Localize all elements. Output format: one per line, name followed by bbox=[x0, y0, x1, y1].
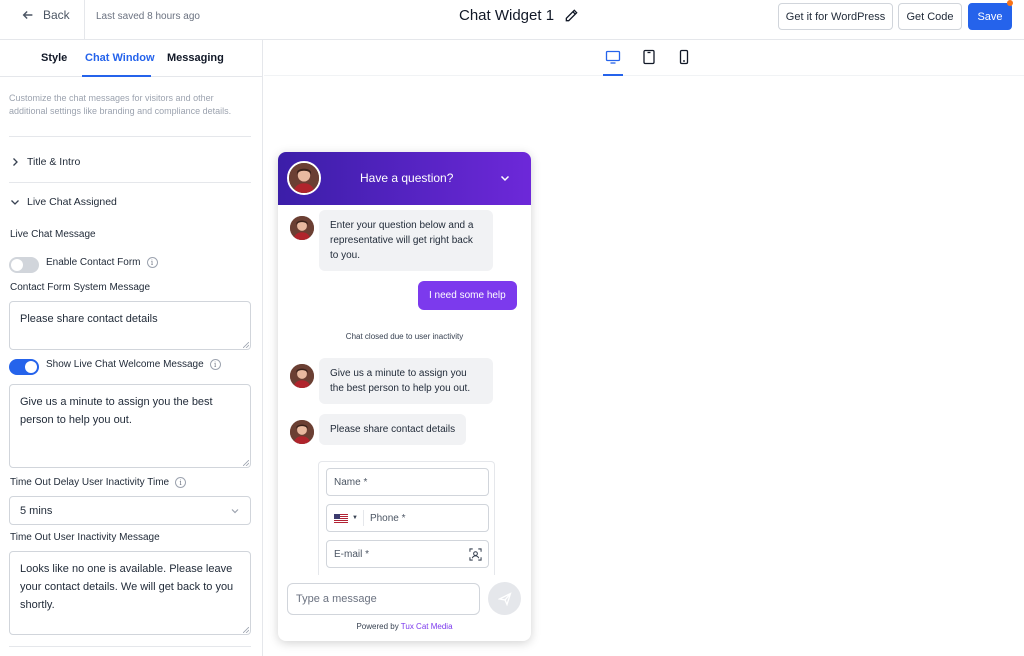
accordion-label: Live Chat Assigned bbox=[27, 196, 117, 208]
desktop-view-button[interactable] bbox=[605, 49, 621, 65]
divider bbox=[9, 136, 251, 137]
info-icon[interactable]: i bbox=[209, 359, 221, 370]
chat-widget-header: Have a question? bbox=[278, 152, 531, 205]
us-flag-icon[interactable] bbox=[334, 513, 348, 523]
toggle-knob bbox=[11, 259, 23, 271]
notification-dot bbox=[1007, 0, 1013, 6]
desktop-icon bbox=[605, 50, 621, 64]
mobile-view-button[interactable] bbox=[676, 49, 692, 65]
back-button[interactable]: Back bbox=[21, 8, 70, 22]
tablet-view-button[interactable] bbox=[641, 49, 657, 65]
divider bbox=[362, 510, 364, 526]
resize-handle-icon[interactable] bbox=[243, 342, 249, 348]
info-icon[interactable]: i bbox=[175, 477, 187, 488]
send-button[interactable] bbox=[488, 582, 521, 615]
settings-tabs: Style Chat Window Messaging bbox=[0, 40, 262, 77]
contact-form-system-message-field[interactable]: Please share contact details bbox=[9, 301, 251, 350]
show-welcome-message-label: Show Live Chat Welcome Message bbox=[46, 359, 204, 370]
agent-message-bubble: Please share contact details bbox=[319, 414, 467, 445]
show-welcome-message-toggle[interactable] bbox=[9, 359, 39, 375]
input-placeholder: E-mail * bbox=[334, 548, 370, 560]
name-input[interactable]: Name * bbox=[326, 468, 489, 496]
contact-form: Name * ▼ Phone * E-mail * bbox=[318, 461, 495, 575]
tab-style[interactable]: Style bbox=[41, 52, 67, 64]
widget-title-group: Chat Widget 1 bbox=[459, 7, 579, 24]
agent-message-bubble: Enter your question below and a represen… bbox=[319, 210, 493, 271]
field-value: Please share contact details bbox=[20, 313, 158, 325]
timeout-delay-label-group: Time Out Delay User Inactivity Time i bbox=[10, 477, 187, 488]
enable-contact-form-label: Enable Contact Form bbox=[46, 257, 141, 268]
back-label: Back bbox=[43, 8, 70, 22]
toggle-knob bbox=[25, 361, 37, 373]
input-placeholder: Type a message bbox=[296, 593, 377, 605]
timeout-message-label: Time Out User Inactivity Message bbox=[10, 532, 160, 543]
chevron-down-icon bbox=[11, 200, 19, 205]
timeout-delay-label: Time Out Delay User Inactivity Time bbox=[10, 477, 170, 488]
tab-messaging[interactable]: Messaging bbox=[167, 52, 224, 64]
device-switcher bbox=[264, 40, 1024, 76]
send-icon bbox=[497, 591, 512, 606]
field-value: Give us a minute to assign you the best … bbox=[20, 396, 213, 426]
chevron-down-icon[interactable] bbox=[499, 172, 511, 184]
settings-panel: Style Chat Window Messaging Customize th… bbox=[0, 40, 263, 656]
divider bbox=[84, 0, 85, 40]
resize-handle-icon[interactable] bbox=[243, 460, 249, 466]
info-icon[interactable]: i bbox=[146, 257, 158, 268]
chat-widget-title: Have a question? bbox=[360, 171, 454, 185]
show-welcome-message-label-group: Show Live Chat Welcome Message i bbox=[46, 359, 221, 370]
contact-form-system-message-label: Contact Form System Message bbox=[10, 282, 151, 293]
tab-chat-window[interactable]: Chat Window bbox=[85, 52, 155, 64]
resize-handle-icon[interactable] bbox=[243, 627, 249, 633]
pencil-icon[interactable] bbox=[564, 8, 579, 23]
chat-widget-preview: Have a question? Enter your question bel… bbox=[278, 152, 531, 641]
user-message-bubble: I need some help bbox=[418, 281, 517, 310]
caret-down-icon[interactable]: ▼ bbox=[352, 515, 358, 521]
accordion-label: Title & Intro bbox=[27, 156, 81, 168]
agent-avatar bbox=[290, 364, 314, 388]
agent-avatar bbox=[290, 216, 314, 240]
get-it-for-wordpress-button[interactable]: Get it for WordPress bbox=[778, 3, 893, 30]
timeout-delay-select[interactable]: 5 mins bbox=[9, 496, 251, 525]
input-placeholder: Phone * bbox=[369, 512, 406, 524]
accordion-live-chat-assigned[interactable]: Live Chat Assigned bbox=[10, 196, 117, 208]
agent-avatar bbox=[287, 161, 321, 195]
welcome-message-field[interactable]: Give us a minute to assign you the best … bbox=[9, 384, 251, 468]
divider bbox=[9, 182, 251, 183]
panel-description: Customize the chat messages for visitors… bbox=[9, 93, 232, 116]
contact-scan-icon[interactable] bbox=[469, 548, 482, 561]
powered-by: Powered by Tux Cat Media bbox=[278, 622, 531, 631]
preview-area: Have a question? Enter your question bel… bbox=[264, 40, 1024, 656]
input-placeholder: Name * bbox=[334, 476, 368, 488]
get-code-button[interactable]: Get Code bbox=[898, 3, 962, 30]
mobile-icon bbox=[679, 49, 689, 65]
select-value: 5 mins bbox=[20, 504, 53, 517]
live-chat-message-label: Live Chat Message bbox=[10, 229, 96, 240]
agent-message-bubble: Give us a minute to assign you the best … bbox=[319, 358, 493, 404]
active-tab-indicator bbox=[82, 75, 151, 77]
top-bar: Back Last saved 8 hours ago Chat Widget … bbox=[0, 0, 1024, 40]
widget-title: Chat Widget 1 bbox=[459, 7, 555, 24]
save-button[interactable]: Save bbox=[968, 3, 1012, 30]
chevron-right-icon bbox=[13, 158, 18, 166]
chevron-down-icon bbox=[231, 508, 239, 513]
agent-avatar bbox=[290, 420, 314, 444]
tablet-icon bbox=[643, 49, 655, 65]
field-value: Looks like no one is available. Please l… bbox=[20, 563, 234, 611]
divider bbox=[9, 646, 251, 647]
phone-input[interactable]: ▼ Phone * bbox=[326, 504, 489, 532]
message-input[interactable]: Type a message bbox=[287, 583, 480, 615]
enable-contact-form-toggle[interactable] bbox=[9, 257, 39, 273]
powered-by-brand-link[interactable]: Tux Cat Media bbox=[401, 622, 453, 631]
timeout-message-field[interactable]: Looks like no one is available. Please l… bbox=[9, 551, 251, 635]
enable-contact-form-label-group: Enable Contact Form i bbox=[46, 257, 158, 268]
accordion-title-intro[interactable]: Title & Intro bbox=[10, 156, 80, 168]
email-input[interactable]: E-mail * bbox=[326, 540, 489, 568]
active-device-indicator bbox=[603, 74, 623, 76]
arrow-left-icon bbox=[22, 11, 33, 19]
system-message: Chat closed due to user inactivity bbox=[345, 332, 464, 341]
powered-by-prefix: Powered by bbox=[356, 622, 399, 631]
saved-status: Last saved 8 hours ago bbox=[96, 11, 200, 22]
